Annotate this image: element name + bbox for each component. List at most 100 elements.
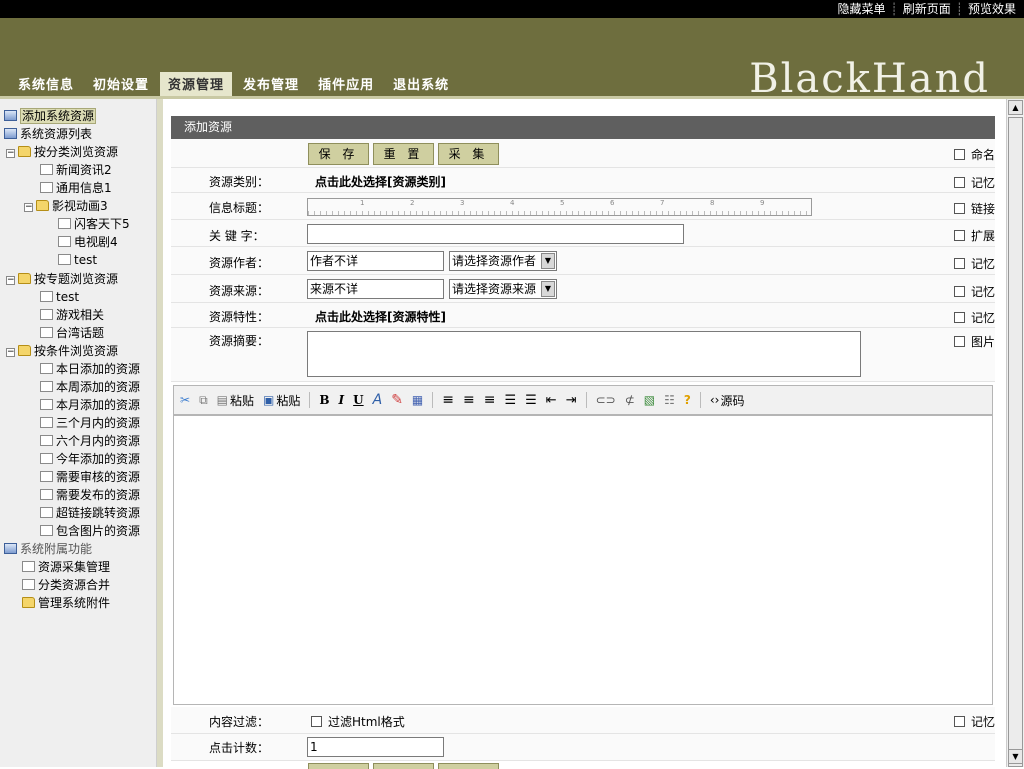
title-input[interactable]: 1 2 3 4 5 6 7 8 9 [307, 198, 812, 216]
checkbox[interactable] [953, 230, 965, 241]
tree-item-tv-series[interactable]: 电视剧4 [58, 233, 118, 251]
copy-icon[interactable]: ⧉ [199, 393, 208, 408]
checkbox[interactable] [953, 177, 965, 188]
tree-item-add-resource[interactable]: 添加系统资源 [4, 107, 97, 125]
scroll-thumb[interactable] [1008, 117, 1023, 767]
source-select[interactable]: 请选择资源来源 ▼ [449, 279, 557, 299]
memory-check-author[interactable]: 记忆 [953, 255, 995, 272]
tree-item-taiwan[interactable]: 台湾话题 [40, 324, 104, 342]
scroll-up-icon[interactable]: ▲ [1008, 100, 1023, 115]
align-right-icon[interactable]: ≡ [484, 392, 496, 408]
bottom-reset-button[interactable] [373, 763, 434, 769]
tree-item-this-month[interactable]: 本月添加的资源 [40, 396, 140, 414]
tree-item-this-year[interactable]: 今年添加的资源 [40, 450, 140, 468]
checkbox[interactable] [311, 716, 322, 727]
tree-item-six-months[interactable]: 六个月内的资源 [40, 432, 140, 450]
summary-textarea[interactable] [307, 331, 861, 377]
author-input[interactable]: 作者不详 [307, 251, 444, 271]
tree-item-resource-list[interactable]: 系统资源列表 [4, 125, 92, 143]
horizontal-rule-icon[interactable]: ☷ [664, 393, 675, 407]
tree-item-with-images[interactable]: 包含图片的资源 [40, 522, 140, 540]
tree-item-needs-publish[interactable]: 需要发布的资源 [40, 486, 140, 504]
tree-item-merge-categories[interactable]: 分类资源合并 [22, 576, 110, 594]
tree-item-browse-by-condition[interactable]: − 按条件浏览资源 [6, 342, 118, 360]
font-color-icon[interactable]: A [373, 392, 383, 408]
chevron-down-icon[interactable]: ▼ [541, 281, 555, 297]
tree-item-today[interactable]: 本日添加的资源 [40, 360, 140, 378]
save-button[interactable]: 保 存 [308, 143, 369, 165]
collapse-icon[interactable]: − [6, 276, 15, 285]
italic-button[interactable]: I [339, 393, 345, 407]
checkbox[interactable] [953, 258, 965, 269]
preview-link[interactable]: 预览效果 [968, 2, 1016, 16]
image-check[interactable]: 图片 [953, 333, 995, 350]
author-select[interactable]: 请选择资源作者 ▼ [449, 251, 557, 271]
link-icon[interactable]: ⊂⊃ [596, 393, 616, 407]
collapse-icon[interactable]: − [24, 203, 33, 212]
main-scrollbar[interactable]: ▲ ▼ [1006, 99, 1024, 767]
help-icon[interactable]: ? [684, 393, 691, 407]
nav-tab-plugins[interactable]: 插件应用 [310, 72, 382, 96]
table-icon[interactable]: ▦ [412, 393, 423, 407]
memory-check-filter[interactable]: 记忆 [953, 713, 995, 730]
keywords-input[interactable] [307, 224, 684, 244]
memory-check-feature[interactable]: 记忆 [953, 309, 995, 326]
scroll-down-icon[interactable]: ▼ [1008, 749, 1023, 764]
tree-item-needs-review[interactable]: 需要审核的资源 [40, 468, 140, 486]
checkbox[interactable] [953, 286, 965, 297]
outdent-icon[interactable]: ⇤ [546, 393, 557, 408]
tree-item-attachments[interactable]: 管理系统附件 [22, 594, 110, 612]
tree-item-browse-by-topic[interactable]: − 按专题浏览资源 [6, 270, 118, 288]
ordered-list-icon[interactable]: ☰ [504, 393, 516, 408]
bottom-save-button[interactable] [308, 763, 369, 769]
bottom-collect-button[interactable] [438, 763, 499, 769]
collect-button[interactable]: 采 集 [438, 143, 499, 165]
name-check[interactable]: 命名 [953, 146, 995, 163]
cut-icon[interactable]: ✂ [180, 393, 190, 407]
tree-item-browse-by-category[interactable]: − 按分类浏览资源 [6, 143, 118, 161]
extend-check[interactable]: 扩展 [953, 227, 995, 244]
feature-picker[interactable]: 点击此处选择[资源特性] [315, 308, 446, 325]
tree-item-this-week[interactable]: 本周添加的资源 [40, 378, 140, 396]
highlight-icon[interactable]: ✎ [391, 392, 403, 408]
tree-item-news[interactable]: 新闻资讯2 [40, 161, 112, 179]
checkbox[interactable] [953, 312, 965, 323]
image-icon[interactable]: ▧ [644, 393, 655, 407]
tree-item-test[interactable]: test [58, 251, 97, 269]
hits-input[interactable]: 1 [307, 737, 444, 757]
tree-item-animation[interactable]: − 影视动画3 [24, 197, 108, 215]
nav-tab-logout[interactable]: 退出系统 [385, 72, 457, 96]
collapse-icon[interactable]: − [6, 348, 15, 357]
collapse-icon[interactable]: − [6, 149, 15, 158]
tree-item-system-extras[interactable]: 系统附属功能 [4, 540, 92, 558]
checkbox[interactable] [953, 336, 965, 347]
checkbox[interactable] [953, 716, 965, 727]
chevron-down-icon[interactable]: ▼ [541, 253, 555, 269]
memory-check-category[interactable]: 记忆 [953, 174, 995, 191]
paste-button[interactable]: ▤ 粘贴 [217, 392, 254, 409]
nav-tab-system-info[interactable]: 系统信息 [10, 72, 82, 96]
unordered-list-icon[interactable]: ☰ [525, 393, 537, 408]
paste-word-button[interactable]: ▣ 粘贴 [263, 392, 300, 409]
nav-tab-initial-settings[interactable]: 初始设置 [85, 72, 157, 96]
align-center-icon[interactable]: ≡ [463, 392, 475, 408]
align-left-icon[interactable]: ≡ [442, 392, 454, 408]
source-input[interactable]: 来源不详 [307, 279, 444, 299]
refresh-page-link[interactable]: 刷新页面 [903, 2, 951, 16]
indent-icon[interactable]: ⇥ [566, 393, 577, 408]
checkbox[interactable] [953, 203, 965, 214]
tree-item-general-info[interactable]: 通用信息1 [40, 179, 112, 197]
tree-item-three-months[interactable]: 三个月内的资源 [40, 414, 140, 432]
nav-tab-publish-management[interactable]: 发布管理 [235, 72, 307, 96]
filter-html-option[interactable]: 过滤Html格式 [311, 713, 405, 730]
category-picker[interactable]: 点击此处选择[资源类别] [315, 173, 446, 190]
checkbox[interactable] [953, 149, 965, 160]
source-button[interactable]: ‹› 源码 [710, 392, 745, 409]
tree-item-collect-management[interactable]: 资源采集管理 [22, 558, 110, 576]
reset-button[interactable]: 重 置 [373, 143, 434, 165]
link-check[interactable]: 链接 [953, 200, 995, 217]
tree-item-flash[interactable]: 闪客天下5 [58, 215, 130, 233]
unlink-icon[interactable]: ⊄ [625, 393, 635, 407]
underline-button[interactable]: U [353, 393, 363, 407]
memory-check-source[interactable]: 记忆 [953, 283, 995, 300]
